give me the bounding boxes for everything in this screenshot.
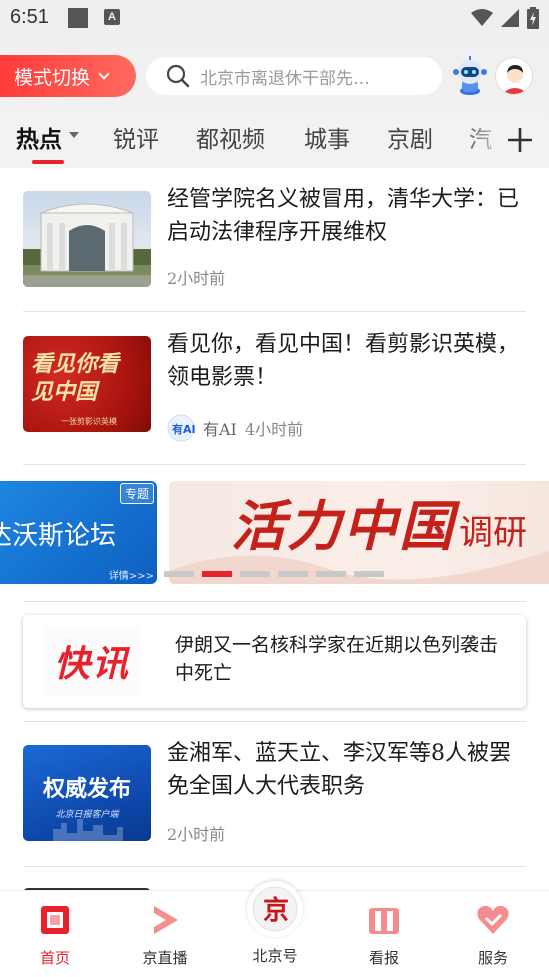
- news-time: 2小时前: [167, 269, 226, 288]
- avatar-icon: [502, 65, 528, 94]
- add-channel-icon[interactable]: [506, 126, 534, 154]
- carousel-indicator: [164, 571, 384, 577]
- battery-icon: [527, 7, 539, 29]
- signal-icon: [501, 9, 519, 27]
- tab-fade: [460, 116, 510, 168]
- ai-robot-icon[interactable]: [450, 56, 490, 96]
- search-icon: [166, 64, 190, 88]
- notification-icon: [68, 8, 88, 28]
- wifi-icon: [471, 9, 493, 26]
- carousel-dot[interactable]: [278, 571, 308, 577]
- divider: [23, 464, 526, 465]
- beijing-logo-icon: 京: [252, 886, 298, 932]
- news-meta: 2小时前: [167, 265, 225, 289]
- user-avatar[interactable]: [495, 57, 533, 95]
- status-bar: 6:51 A: [0, 0, 549, 36]
- news-time: 4小时前: [244, 420, 304, 439]
- flash-news-text: 伊朗又一名核科学家在近期以色列袭击中死亡: [175, 634, 499, 684]
- search-placeholder: 北京市离退休干部先…: [200, 68, 370, 89]
- news-thumbnail: 权威发布 北京日报客户端: [23, 745, 151, 841]
- carousel-dot[interactable]: [164, 571, 194, 577]
- news-source: 有AI: [203, 420, 237, 439]
- tab-opera[interactable]: 京剧: [387, 120, 433, 154]
- mode-switch-label: 模式切换: [14, 66, 91, 89]
- nav-live[interactable]: 京直播: [120, 903, 210, 968]
- flash-news-card[interactable]: 快讯 伊朗又一名核科学家在近期以色列袭击中死亡: [23, 615, 526, 708]
- mode-switch-button[interactable]: 模式切换: [0, 55, 136, 97]
- divider: [23, 721, 526, 722]
- svg-text:京: 京: [263, 895, 289, 926]
- nav-service-label: 服务: [477, 949, 508, 967]
- home-icon: [41, 906, 69, 934]
- chevron-down-icon: [98, 67, 110, 80]
- news-title: 经管学院名义被冒用，清华大学：已启动法律程序开展维权: [167, 187, 520, 245]
- nav-newspaper[interactable]: 看报: [339, 903, 429, 968]
- nav-beijing-label[interactable]: 北京号: [230, 945, 320, 966]
- news-item[interactable]: 看见你看见中国 一张剪影识英模 看见你，看见中国！看剪影识英模，领电影票！ 有A…: [23, 332, 526, 442]
- banner-main-suffix: 调研: [459, 513, 527, 553]
- news-item[interactable]: 权威发布 北京日报客户端 金湘军、蓝天立、李汉军等8人被罢免全国人大代表职务 2…: [23, 741, 526, 845]
- gate-image: [23, 203, 151, 287]
- keyboard-icon: A: [104, 9, 120, 25]
- nav-service[interactable]: 服务: [448, 903, 538, 968]
- nav-live-label: 京直播: [142, 949, 188, 967]
- newspaper-icon: [369, 908, 399, 934]
- search-input[interactable]: 北京市离退休干部先…: [146, 57, 442, 95]
- tab-hot[interactable]: 热点: [16, 120, 62, 154]
- status-time: 6:51: [10, 6, 49, 28]
- carousel-dot-active[interactable]: [202, 571, 232, 577]
- carousel-dot[interactable]: [240, 571, 270, 577]
- news-title: 金湘军、蓝天立、李汉军等8人被罢免全国人大代表职务: [167, 741, 511, 799]
- carousel-slide-prev[interactable]: 达沃斯论坛 专题 详情>>>: [0, 481, 157, 584]
- active-tab-indicator: [32, 160, 64, 164]
- news-item[interactable]: 经管学院名义被冒用，清华大学：已启动法律程序开展维权 2小时前: [23, 187, 526, 291]
- nav-newspaper-label: 看报: [368, 949, 399, 967]
- source-logo-icon: 有AI: [167, 414, 195, 442]
- live-play-icon: [154, 906, 178, 934]
- news-thumbnail: 看见你看见中国 一张剪影识英模: [23, 336, 151, 432]
- news-meta: 2小时前: [167, 821, 225, 845]
- channel-tabs: 热点 锐评 都视频 城事 京剧 汽: [0, 116, 549, 168]
- bottom-navigation: 首页 京直播 京 北京号 看报 服务: [0, 881, 549, 977]
- thumb-headline: 看见你看见中国: [31, 351, 120, 405]
- thumb-subline: 一张剪影识英模: [61, 417, 117, 426]
- banner-left-text: 达沃斯论坛: [0, 521, 117, 551]
- nav-home-label: 首页: [39, 949, 70, 967]
- news-thumbnail: [23, 191, 151, 287]
- app-header: 模式切换 北京市离退休干部先… 热点 锐评 都视频 城事 京剧 汽: [0, 36, 549, 168]
- nav-home[interactable]: 首页: [10, 903, 100, 968]
- banner-main-text: 活力中国: [231, 494, 455, 558]
- flash-logo: 快讯: [45, 627, 139, 695]
- carousel-dot[interactable]: [354, 571, 384, 577]
- carousel-dot[interactable]: [316, 571, 346, 577]
- caret-down-icon[interactable]: [69, 132, 79, 138]
- news-title: 看见你，看见中国！看剪影识英模，领电影票！: [167, 332, 520, 390]
- divider: [23, 311, 526, 312]
- divider: [23, 601, 526, 602]
- banner-more-link[interactable]: 详情>>>: [109, 567, 154, 582]
- carousel-slide-active[interactable]: 活力中国 调研: [169, 481, 549, 584]
- svg-text:有AI: 有AI: [172, 422, 195, 436]
- tab-commentary[interactable]: 锐评: [113, 120, 159, 154]
- banner-tag: 专题: [119, 483, 154, 504]
- divider: [23, 866, 526, 867]
- tab-city[interactable]: 城事: [304, 120, 350, 154]
- heart-service-icon: [477, 905, 509, 934]
- tab-video[interactable]: 都视频: [196, 120, 265, 154]
- flash-logo-text: 快讯: [53, 644, 130, 685]
- news-time: 2小时前: [167, 825, 226, 844]
- nav-beijing-logo[interactable]: 京: [247, 881, 303, 937]
- news-meta: 有AI 有AI 4小时前: [167, 414, 303, 442]
- skyline-image: [53, 819, 123, 841]
